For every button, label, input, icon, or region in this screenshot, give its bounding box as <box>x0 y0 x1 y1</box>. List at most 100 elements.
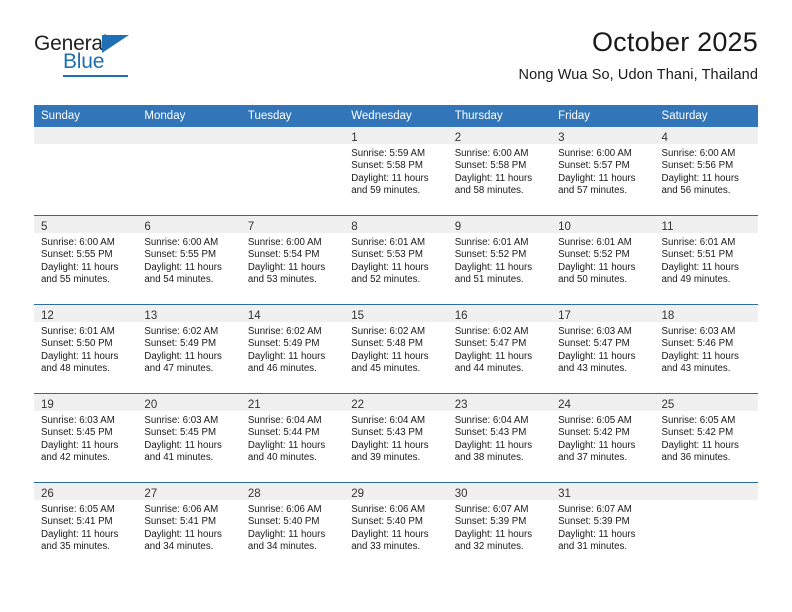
day-cell-13[interactable]: 13 Sunrise: 6:02 AM Sunset: 5:49 PM Dayligh… <box>137 305 241 393</box>
day-number-band <box>137 127 241 144</box>
sunset-text: Sunset: 5:54 PM <box>247 249 320 261</box>
daylight-text-line2: and 56 minutes. <box>661 184 731 196</box>
day-cell-14[interactable]: 14 Sunrise: 6:02 AM Sunset: 5:49 PM Dayligh… <box>240 305 345 393</box>
daylight-text-line1: Daylight: 11 hours <box>558 439 636 451</box>
daylight-text-line1: Daylight: 11 hours <box>351 172 429 184</box>
daylight-text-line2: and 51 minutes. <box>454 273 524 285</box>
sunset-text: Sunset: 5:49 PM <box>247 338 320 350</box>
day-details: Sunrise: 6:02 AM Sunset: 5:48 PM Daylight:… <box>344 322 447 379</box>
day-cell-10[interactable]: 10 Sunrise: 6:01 AM Sunset: 5:52 PM Dayligh… <box>551 216 655 304</box>
daylight-text-line1: Daylight: 11 hours <box>247 350 326 362</box>
day-cell-23[interactable]: 23 Sunrise: 6:04 AM Sunset: 5:43 PM Dayligh… <box>447 394 552 482</box>
day-cell-1[interactable]: 1 Sunrise: 5:59 AM Sunset: 5:58 PM Daylight… <box>344 127 448 215</box>
day-cell-17[interactable]: 17 Sunrise: 6:03 AM Sunset: 5:47 PM Dayligh… <box>551 305 655 393</box>
sunset-text: Sunset: 5:55 PM <box>41 249 113 261</box>
day-cell-15[interactable]: 15 Sunrise: 6:02 AM Sunset: 5:48 PM Dayligh… <box>344 305 448 393</box>
day-cell-19[interactable]: 19 Sunrise: 6:03 AM Sunset: 5:45 PM Dayligh… <box>34 394 138 482</box>
sunset-text: Sunset: 5:45 PM <box>41 427 113 439</box>
day-cell-5[interactable]: 5 Sunrise: 6:00 AM Sunset: 5:55 PM Daylight… <box>34 216 138 304</box>
day-number: 4 <box>661 132 668 144</box>
daylight-text-line2: and 48 minutes. <box>41 362 110 374</box>
logo-text-blue: Blue <box>63 50 105 73</box>
day-cell-31[interactable]: 31 Sunrise: 6:07 AM Sunset: 5:39 PM Dayligh… <box>551 483 655 571</box>
daylight-text-line1: Daylight: 11 hours <box>351 261 429 273</box>
daylight-text-line1: Daylight: 11 hours <box>247 439 326 451</box>
day-details: Sunrise: 6:00 AM Sunset: 5:56 PM Daylight:… <box>655 144 758 201</box>
day-cell-28[interactable]: 28 Sunrise: 6:06 AM Sunset: 5:40 PM Dayligh… <box>240 483 345 571</box>
day-cell-22[interactable]: 22 Sunrise: 6:04 AM Sunset: 5:43 PM Dayligh… <box>344 394 448 482</box>
sunset-text: Sunset: 5:58 PM <box>454 160 527 172</box>
daylight-text-line2: and 39 minutes. <box>351 451 421 463</box>
sunrise-text: Sunrise: 6:03 AM <box>558 326 632 337</box>
day-cell-empty <box>34 127 138 215</box>
daylight-text-line2: and 50 minutes. <box>558 273 628 285</box>
day-cell-27[interactable]: 27 Sunrise: 6:06 AM Sunset: 5:41 PM Dayligh… <box>137 483 241 571</box>
day-cell-18[interactable]: 18 Sunrise: 6:03 AM Sunset: 5:46 PM Dayligh… <box>654 305 758 393</box>
day-details: Sunrise: 6:01 AM Sunset: 5:51 PM Daylight:… <box>655 233 758 290</box>
daylight-text-line2: and 43 minutes. <box>661 362 731 374</box>
sunset-text: Sunset: 5:50 PM <box>41 338 113 350</box>
sunrise-text: Sunrise: 6:00 AM <box>144 237 219 248</box>
sunset-text: Sunset: 5:39 PM <box>454 516 527 528</box>
day-details: Sunrise: 6:00 AM Sunset: 5:57 PM Daylight:… <box>551 144 654 201</box>
day-cell-12[interactable]: 12 Sunrise: 6:01 AM Sunset: 5:50 PM Dayligh… <box>34 305 138 393</box>
day-cell-29[interactable]: 29 Sunrise: 6:06 AM Sunset: 5:40 PM Dayligh… <box>344 483 448 571</box>
day-details: Sunrise: 6:06 AM Sunset: 5:40 PM Daylight:… <box>344 500 447 557</box>
day-cell-9[interactable]: 9 Sunrise: 6:01 AM Sunset: 5:52 PM Daylight… <box>447 216 552 304</box>
day-cell-4[interactable]: 4 Sunrise: 6:00 AM Sunset: 5:56 PM Daylight… <box>654 127 758 215</box>
day-cell-7[interactable]: 7 Sunrise: 6:00 AM Sunset: 5:54 PM Daylight… <box>240 216 345 304</box>
day-number: 2 <box>454 132 462 144</box>
day-details: Sunrise: 6:04 AM Sunset: 5:44 PM Daylight:… <box>241 411 344 468</box>
day-number-band: 19 <box>34 394 138 411</box>
daylight-text-line2: and 55 minutes. <box>41 273 110 285</box>
day-number: 11 <box>661 221 674 233</box>
day-number-band: 9 <box>447 216 552 233</box>
day-cell-2[interactable]: 2 Sunrise: 6:00 AM Sunset: 5:58 PM Daylight… <box>447 127 552 215</box>
day-cell-24[interactable]: 24 Sunrise: 6:05 AM Sunset: 5:42 PM Dayligh… <box>551 394 655 482</box>
weekday-header-friday: Friday <box>558 110 591 122</box>
day-cell-21[interactable]: 21 Sunrise: 6:04 AM Sunset: 5:44 PM Dayligh… <box>240 394 345 482</box>
day-cell-25[interactable]: 25 Sunrise: 6:05 AM Sunset: 5:42 PM Dayligh… <box>654 394 758 482</box>
day-number: 26 <box>41 488 54 500</box>
day-number-band: 18 <box>654 305 758 322</box>
daylight-text-line2: and 47 minutes. <box>144 362 214 374</box>
daylight-text-line2: and 33 minutes. <box>351 540 421 552</box>
calendar-week-row: 1 Sunrise: 5:59 AM Sunset: 5:58 PM Daylight… <box>34 127 758 215</box>
general-blue-logo[interactable]: General Blue <box>34 32 214 88</box>
sunrise-text: Sunrise: 6:02 AM <box>351 326 426 337</box>
day-number: 16 <box>454 310 468 322</box>
calendar-weeks: 1 Sunrise: 5:59 AM Sunset: 5:58 PM Daylight… <box>34 127 758 571</box>
calendar-week-row: 12 Sunrise: 6:01 AM Sunset: 5:50 PM Dayligh… <box>34 304 758 393</box>
daylight-text-line1: Daylight: 11 hours <box>558 172 636 184</box>
daylight-text-line2: and 54 minutes. <box>144 273 214 285</box>
daylight-text-line1: Daylight: 11 hours <box>144 528 222 540</box>
sunrise-text: Sunrise: 6:01 AM <box>661 237 736 248</box>
day-cell-11[interactable]: 11 Sunrise: 6:01 AM Sunset: 5:51 PM Dayligh… <box>654 216 758 304</box>
day-number-band: 15 <box>344 305 448 322</box>
day-number-band: 5 <box>34 216 138 233</box>
sunrise-text: Sunrise: 6:00 AM <box>247 237 322 248</box>
day-details: Sunrise: 6:00 AM Sunset: 5:54 PM Daylight:… <box>241 233 344 290</box>
day-number-band: 22 <box>344 394 448 411</box>
daylight-text-line1: Daylight: 11 hours <box>454 350 533 362</box>
day-details: Sunrise: 6:07 AM Sunset: 5:39 PM Daylight:… <box>448 500 551 557</box>
daylight-text-line1: Daylight: 11 hours <box>41 350 119 362</box>
calendar-week-row: 5 Sunrise: 6:00 AM Sunset: 5:55 PM Daylight… <box>34 215 758 304</box>
day-cell-26[interactable]: 26 Sunrise: 6:05 AM Sunset: 5:41 PM Dayligh… <box>34 483 138 571</box>
day-cell-8[interactable]: 8 Sunrise: 6:01 AM Sunset: 5:53 PM Daylight… <box>344 216 448 304</box>
page-header: General Blue October 2025 Nong Wua So, U… <box>34 27 758 98</box>
day-cell-16[interactable]: 16 Sunrise: 6:02 AM Sunset: 5:47 PM Dayligh… <box>447 305 552 393</box>
sunrise-text: Sunrise: 6:01 AM <box>558 237 632 248</box>
day-cell-6[interactable]: 6 Sunrise: 6:00 AM Sunset: 5:55 PM Daylight… <box>137 216 241 304</box>
day-cell-30[interactable]: 30 Sunrise: 6:07 AM Sunset: 5:39 PM Dayligh… <box>447 483 552 571</box>
daylight-text-line1: Daylight: 11 hours <box>351 528 429 540</box>
daylight-text-line2: and 57 minutes. <box>558 184 628 196</box>
day-details: Sunrise: 6:03 AM Sunset: 5:45 PM Daylight:… <box>137 411 240 468</box>
daylight-text-line1: Daylight: 11 hours <box>144 350 222 362</box>
day-cell-3[interactable]: 3 Sunrise: 6:00 AM Sunset: 5:57 PM Daylight… <box>551 127 655 215</box>
daylight-text-line2: and 34 minutes. <box>247 540 317 552</box>
day-cell-20[interactable]: 20 Sunrise: 6:03 AM Sunset: 5:45 PM Dayligh… <box>137 394 241 482</box>
day-number-band <box>34 127 138 144</box>
day-number-band: 30 <box>447 483 552 500</box>
logo-underline <box>63 75 128 77</box>
